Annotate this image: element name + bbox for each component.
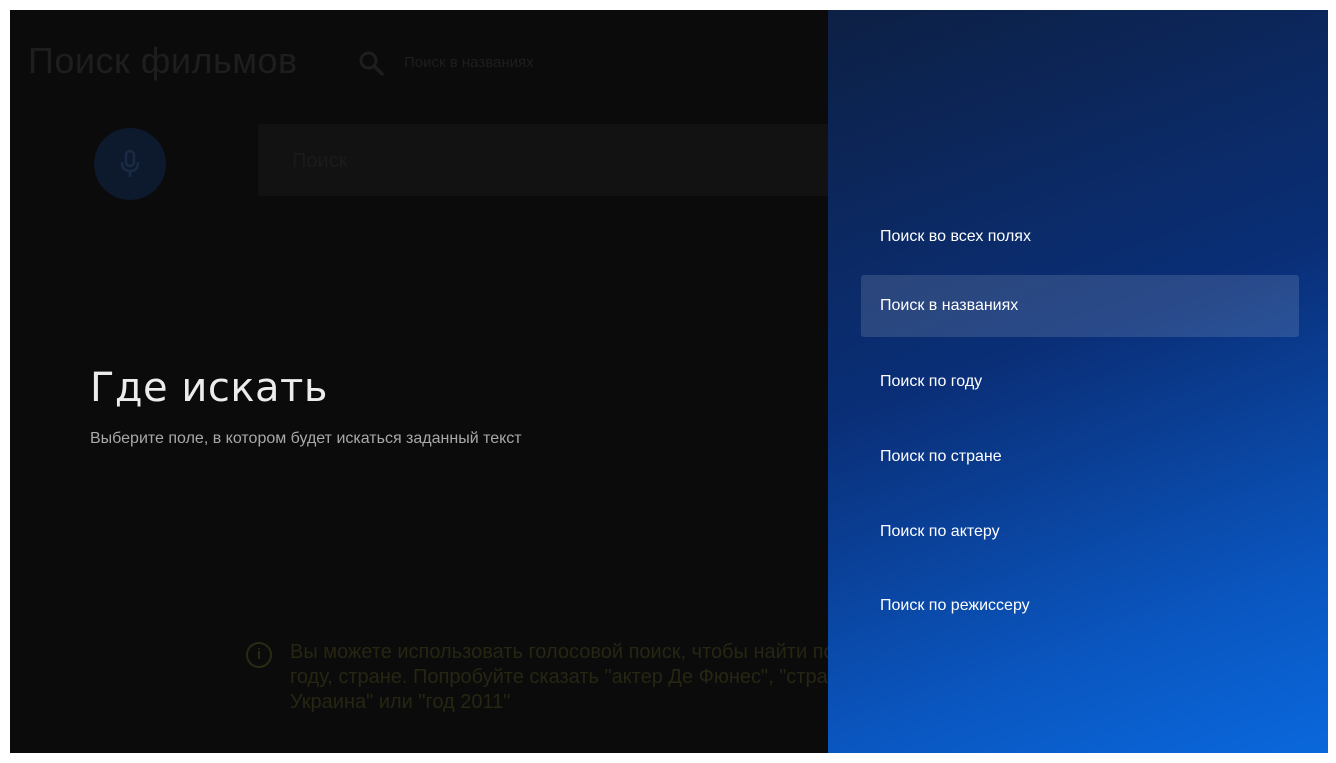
option-search-director[interactable]: Поиск по режиссеру xyxy=(861,575,1299,637)
voice-hint-text: Вы можете использовать голосовой поиск, … xyxy=(290,641,850,713)
guidance-title: Где искать xyxy=(90,365,328,411)
option-search-country[interactable]: Поиск по стране xyxy=(861,426,1299,488)
option-search-all-fields[interactable]: Поиск во всех полях xyxy=(861,206,1299,268)
info-icon: i xyxy=(246,642,272,668)
search-icon xyxy=(359,51,384,76)
option-search-year[interactable]: Поиск по году xyxy=(861,351,1299,413)
search-placeholder: Поиск xyxy=(292,150,348,172)
voice-search-button[interactable] xyxy=(94,128,166,200)
search-field-options-panel: Поиск во всех полях Поиск в названиях По… xyxy=(828,10,1328,753)
search-mode-label[interactable]: Поиск в названиях xyxy=(404,54,534,71)
tv-screen: Поиск фильмов Поиск в названиях Поиск i … xyxy=(10,10,1328,753)
search-input[interactable]: Поиск xyxy=(258,124,830,196)
guidance-description: Выберите поле, в котором будет искаться … xyxy=(90,430,522,447)
app-title: Поиск фильмов xyxy=(28,40,298,81)
option-search-actor[interactable]: Поиск по актеру xyxy=(861,501,1299,563)
microphone-icon xyxy=(120,149,140,177)
option-search-titles[interactable]: Поиск в названиях xyxy=(861,275,1299,337)
